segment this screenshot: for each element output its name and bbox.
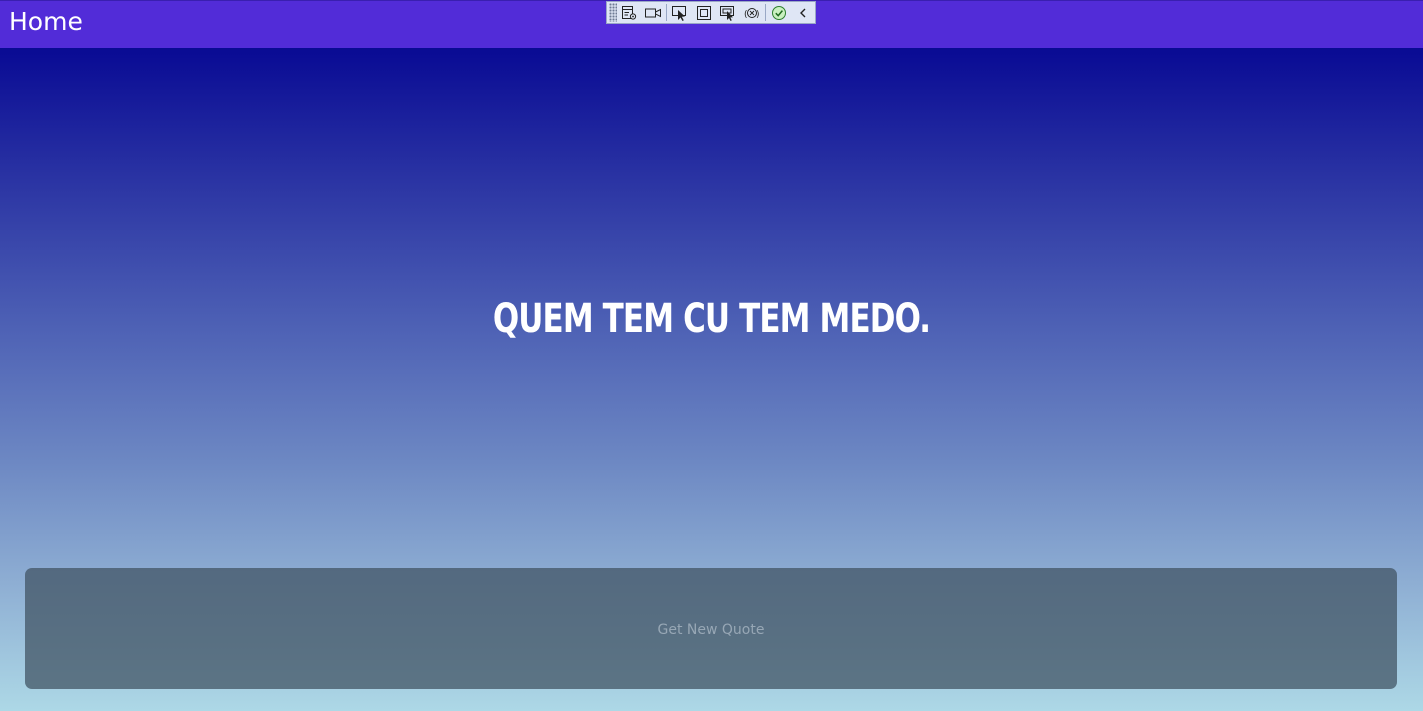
record-icon[interactable] (641, 2, 665, 23)
get-new-quote-button[interactable]: Get New Quote (25, 568, 1397, 689)
accessibility-check-icon[interactable] (767, 2, 791, 23)
live-visual-tree-icon[interactable] (617, 2, 641, 23)
quote-text: QUEM TEM CU TEM MEDO. (492, 296, 931, 342)
collapse-chevron-icon[interactable] (791, 2, 815, 23)
toolbar-grip[interactable] (609, 3, 617, 22)
get-new-quote-label: Get New Quote (657, 622, 765, 638)
binding-failures-icon[interactable]: () (740, 2, 764, 23)
display-layout-adorners-icon[interactable] (692, 2, 716, 23)
xaml-debug-toolbar[interactable]: () (606, 1, 816, 24)
svg-text:): ) (756, 10, 760, 20)
svg-text:(: ( (744, 10, 748, 20)
toolbar-separator (666, 4, 667, 21)
track-focused-element-icon[interactable] (716, 2, 740, 23)
toolbar-separator (765, 4, 766, 21)
page-title: Home (9, 7, 83, 36)
select-element-icon[interactable] (668, 2, 692, 23)
